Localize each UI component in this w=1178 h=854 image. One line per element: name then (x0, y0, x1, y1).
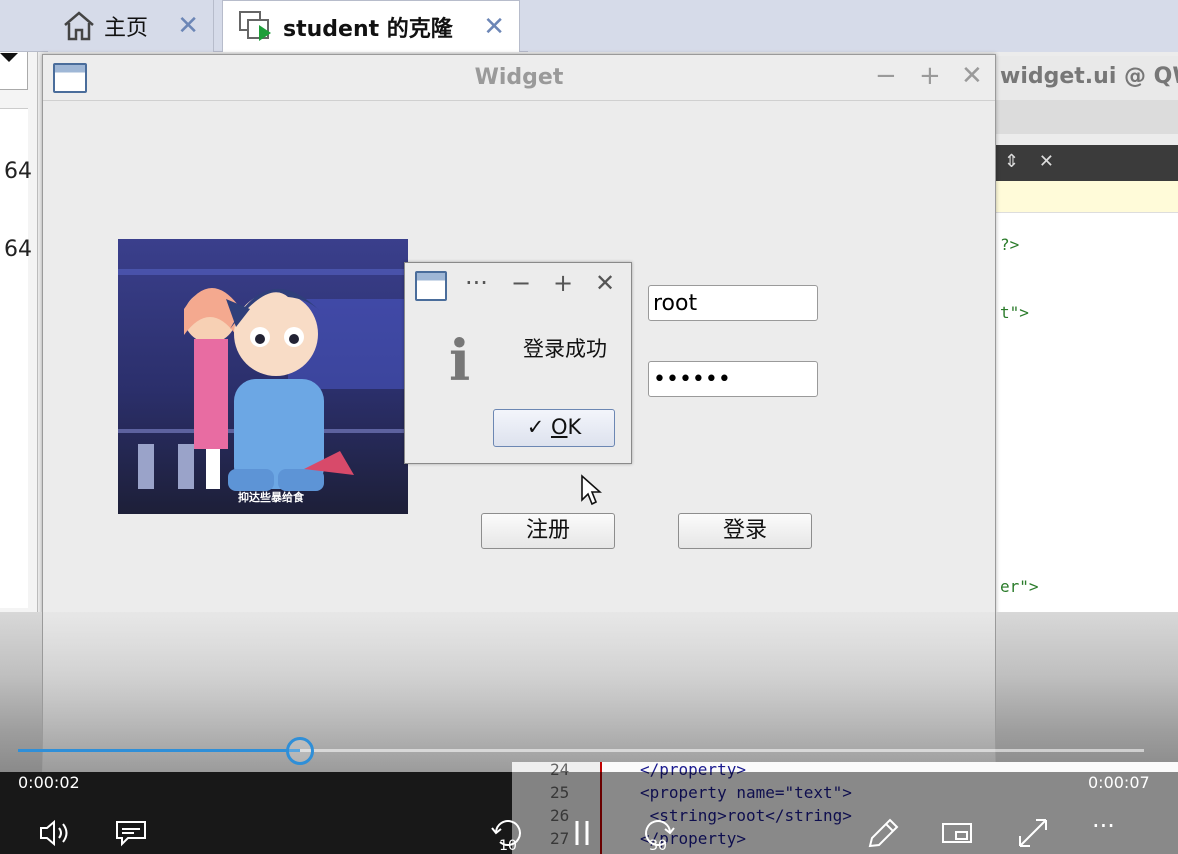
editor-band (996, 100, 1178, 134)
editor-toolbar: ⇕ ✕ (996, 145, 1178, 181)
chevron-down-icon (0, 53, 18, 62)
picture-caption: 抑达些暴给食 (238, 491, 304, 504)
login-success-dialog: ··· − + ✕ i 登录成功 ✓ OK (404, 262, 632, 464)
editor-title: widget.ui @ QWin (996, 56, 1178, 100)
maximize-icon[interactable]: + (553, 269, 573, 297)
svg-text:10: 10 (499, 838, 517, 852)
window-icon (415, 271, 447, 301)
mouse-cursor-icon (581, 474, 602, 506)
close-icon[interactable]: ✕ (177, 11, 199, 41)
left-pane-content: 64 64 (0, 108, 32, 608)
tab-home-label: 主页 (104, 16, 149, 41)
code-line: t"> (1000, 303, 1029, 322)
minimize-icon[interactable]: − (511, 269, 531, 297)
close-icon[interactable]: ✕ (595, 269, 615, 297)
tab-home[interactable]: 主页 ✕ (48, 0, 214, 52)
code-editor[interactable]: ?> t"> er"> (996, 213, 1178, 613)
password-input[interactable] (648, 361, 818, 397)
widget-titlebar[interactable]: Widget − + ✕ (43, 55, 995, 101)
more-options-icon[interactable]: ··· (1092, 812, 1115, 840)
pause-icon[interactable] (572, 818, 592, 848)
sort-icon[interactable]: ⇕ (1004, 151, 1019, 172)
code-line: er"> (1000, 577, 1039, 596)
anime-picture: 抑达些暴给食 (118, 239, 408, 514)
line-number: 64 (4, 159, 32, 184)
maximize-icon[interactable]: + (919, 61, 941, 91)
dialog-message: 登录成功 (523, 337, 607, 361)
skip-forward-icon[interactable]: 30 (640, 816, 676, 852)
volume-icon[interactable] (38, 818, 72, 848)
home-icon (64, 11, 94, 41)
ok-button[interactable]: ✓ OK (493, 409, 615, 447)
edit-pen-icon[interactable] (866, 818, 900, 850)
login-button[interactable]: 登录 (678, 513, 812, 549)
window-title: Widget (474, 65, 564, 90)
editor-info-bar (996, 181, 1178, 213)
seek-thumb[interactable] (285, 737, 314, 765)
close-icon[interactable]: ✕ (1039, 151, 1054, 172)
minimize-icon[interactable]: − (875, 61, 897, 91)
app-clone-icon (239, 10, 271, 41)
total-time: 0:00:07 (1088, 773, 1150, 792)
close-icon[interactable]: ✕ (961, 61, 983, 91)
check-icon: ✓ (526, 415, 545, 439)
mini-view-icon[interactable] (940, 818, 974, 848)
username-input[interactable] (648, 285, 818, 321)
more-icon[interactable]: ··· (465, 269, 488, 297)
line-number: 64 (4, 237, 32, 262)
seek-progress (18, 749, 300, 752)
current-time: 0:00:02 (18, 773, 80, 792)
widget-window-lower (42, 612, 996, 772)
information-icon: i (449, 328, 471, 394)
subtitles-icon[interactable] (114, 818, 148, 848)
ok-label: K (567, 415, 582, 439)
tab-student-clone[interactable]: student 的克隆 ✕ (222, 0, 520, 52)
ok-mnemonic: O (550, 415, 568, 439)
svg-text:30: 30 (649, 838, 667, 852)
close-icon[interactable]: ✕ (483, 12, 505, 42)
register-button[interactable]: 注册 (481, 513, 615, 549)
tab-student-label: student 的克隆 (283, 16, 453, 42)
code-line: ?> (1000, 235, 1020, 254)
fullscreen-icon[interactable] (1016, 818, 1050, 850)
tab-bar-empty (528, 0, 1178, 52)
anime-illustration (138, 287, 354, 491)
skip-back-icon[interactable]: 10 (490, 816, 526, 852)
